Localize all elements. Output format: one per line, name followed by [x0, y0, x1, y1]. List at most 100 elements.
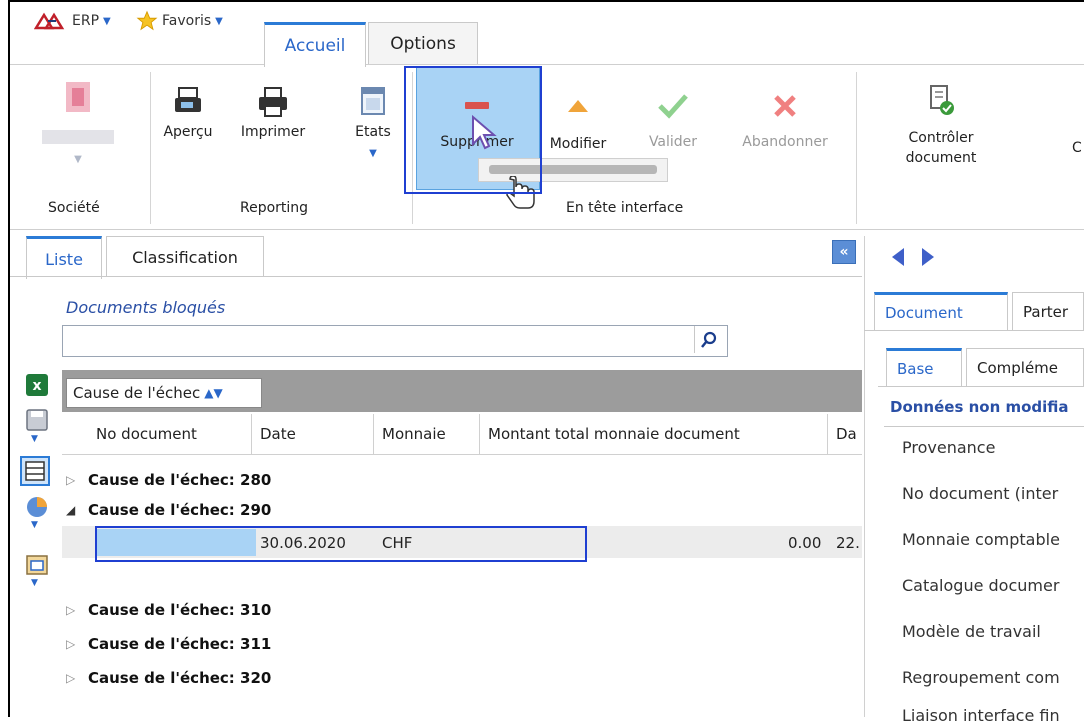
imprimer-button[interactable]: Imprimer — [228, 86, 318, 140]
chart-icon[interactable] — [24, 494, 50, 520]
expand-icon[interactable]: ▷ — [66, 671, 88, 685]
valider-label: Valider — [648, 134, 698, 150]
group-label-societe: Société — [48, 200, 100, 216]
field-label-modele-travail: Modèle de travail — [902, 622, 1041, 641]
tab-partenaire[interactable]: Parter — [1012, 292, 1084, 330]
nav-prev-button[interactable] — [890, 246, 908, 272]
favoris-menu[interactable]: Favoris ▼ — [136, 10, 223, 32]
column-header-montant[interactable]: Montant total monnaie document — [480, 414, 828, 454]
erp-label: ERP — [72, 13, 100, 29]
etats-label: Etats — [355, 124, 391, 140]
modifier-label: Modifier — [549, 136, 607, 152]
tab-options[interactable]: Options — [368, 22, 478, 65]
chevron-down-icon[interactable]: ▼ — [31, 520, 38, 530]
side-toolbar: x ▼ ▼ ▼ — [18, 372, 58, 622]
tab-accueil[interactable]: Accueil — [264, 22, 366, 67]
arrow-left-icon — [892, 248, 904, 266]
imprimer-label: Imprimer — [240, 124, 306, 140]
chevron-down-icon: ▼ — [103, 15, 111, 27]
group-row-label: Cause de l'échec: 310 — [88, 601, 272, 619]
group-row[interactable]: ◢ Cause de l'échec: 290 — [66, 496, 271, 524]
collapse-panel-button[interactable]: « — [832, 240, 856, 264]
controler-label-line1: Contrôler — [908, 130, 974, 146]
group-label-reporting: Reporting — [240, 200, 309, 216]
group-by-label: Cause de l'échec — [73, 384, 201, 402]
group-row[interactable]: ▷ Cause de l'échec: 320 — [66, 664, 271, 692]
abandonner-label: Abandonner — [742, 134, 828, 150]
column-header-no-document[interactable]: No document — [88, 414, 252, 454]
field-label-monnaie-comptable: Monnaie comptable — [902, 530, 1060, 549]
favoris-label: Favoris — [162, 13, 212, 29]
next-ribbon-button-partial[interactable]: C — [1072, 140, 1082, 156]
societe-name-blurred — [42, 130, 114, 144]
chevron-down-icon[interactable]: ▼ — [31, 578, 38, 588]
star-icon — [136, 10, 158, 31]
collapse-icon[interactable]: ◢ — [66, 503, 88, 517]
etats-button[interactable]: Etats ▼ — [350, 86, 396, 159]
group-row[interactable]: ▷ Cause de l'échec: 311 — [66, 630, 271, 658]
controler-document-button[interactable]: Contrôler document — [886, 84, 996, 168]
montant-cell: 0.00 — [788, 534, 822, 552]
highlight-box-supprimer — [404, 66, 542, 194]
excel-icon[interactable]: x — [24, 372, 50, 398]
triangle-up-icon — [568, 100, 588, 112]
field-label-liaison-interface: Liaison interface fin — [902, 706, 1060, 725]
search-button[interactable] — [694, 326, 723, 353]
tab-underline — [878, 386, 1084, 387]
chevron-down-icon[interactable]: ▼ — [31, 434, 38, 444]
group-by-chip[interactable]: Cause de l'échec ▲ ▼ — [66, 378, 262, 408]
column-header-date[interactable]: Date — [252, 414, 374, 454]
societe-button[interactable]: ▼ — [30, 80, 126, 165]
apercu-label: Aperçu — [163, 124, 213, 140]
group-row-label: Cause de l'échec: 290 — [88, 501, 272, 519]
group-label-entete: En tête interface — [566, 200, 684, 216]
field-label-no-document: No document (inter — [902, 484, 1059, 503]
checkmark-icon — [658, 94, 688, 119]
group-row-label: Cause de l'échec: 320 — [88, 669, 272, 687]
group-row-label: Cause de l'échec: 280 — [88, 471, 272, 489]
nav-next-button[interactable] — [918, 246, 936, 272]
ribbon-separator — [856, 72, 857, 224]
chevron-down-icon: ▼ — [74, 154, 82, 165]
table-view-icon — [25, 461, 45, 481]
search-input[interactable] — [62, 325, 728, 357]
tab-document[interactable]: Document — [874, 292, 1008, 330]
svg-text:x: x — [32, 378, 41, 394]
group-row[interactable]: ▷ Cause de l'échec: 280 — [66, 466, 271, 494]
ribbon-separator — [150, 72, 151, 224]
field-label-provenance: Provenance — [902, 438, 996, 457]
expand-icon[interactable]: ▷ — [66, 473, 88, 487]
apercu-button[interactable]: Aperçu — [158, 86, 218, 140]
group-row-label: Cause de l'échec: 311 — [88, 635, 272, 653]
expand-icon[interactable]: ▷ — [66, 603, 88, 617]
erp-logo-icon — [34, 12, 65, 30]
tab-base[interactable]: Base — [886, 348, 962, 386]
report-icon — [361, 87, 385, 115]
highlight-box-row — [95, 526, 587, 562]
filter-dropdown-icon[interactable]: ▼ — [214, 386, 223, 400]
layout-icon[interactable] — [24, 552, 50, 578]
expand-icon[interactable]: ▷ — [66, 637, 88, 651]
arrow-right-icon — [922, 248, 934, 266]
section-title-donnees: Données non modifia — [890, 398, 1069, 416]
controler-label-line2: document — [905, 150, 977, 166]
field-label-catalogue-document: Catalogue documer — [902, 576, 1060, 595]
erp-menu[interactable]: ERP ▼ — [34, 10, 111, 32]
close-icon — [774, 95, 796, 117]
field-label-regroupement: Regroupement com — [902, 668, 1060, 687]
tab-underline — [10, 276, 862, 277]
tab-liste[interactable]: Liste — [26, 236, 102, 279]
group-row[interactable]: ▷ Cause de l'échec: 310 — [66, 596, 271, 624]
section-title: Documents bloqués — [66, 298, 226, 317]
column-header-da[interactable]: Da — [828, 414, 862, 454]
save-icon[interactable] — [24, 408, 50, 434]
sort-asc-icon[interactable]: ▲ — [204, 386, 213, 400]
tab-complement[interactable]: Compléme — [966, 348, 1084, 386]
abandonner-button[interactable]: Abandonner — [730, 92, 840, 150]
modifier-button[interactable]: Modifier — [540, 94, 616, 152]
list-view-button[interactable] — [20, 456, 50, 486]
column-header-monnaie[interactable]: Monnaie — [374, 414, 480, 454]
valider-button[interactable]: Valider — [640, 92, 706, 150]
chevron-down-icon: ▼ — [369, 148, 377, 159]
tab-classification[interactable]: Classification — [106, 236, 264, 277]
